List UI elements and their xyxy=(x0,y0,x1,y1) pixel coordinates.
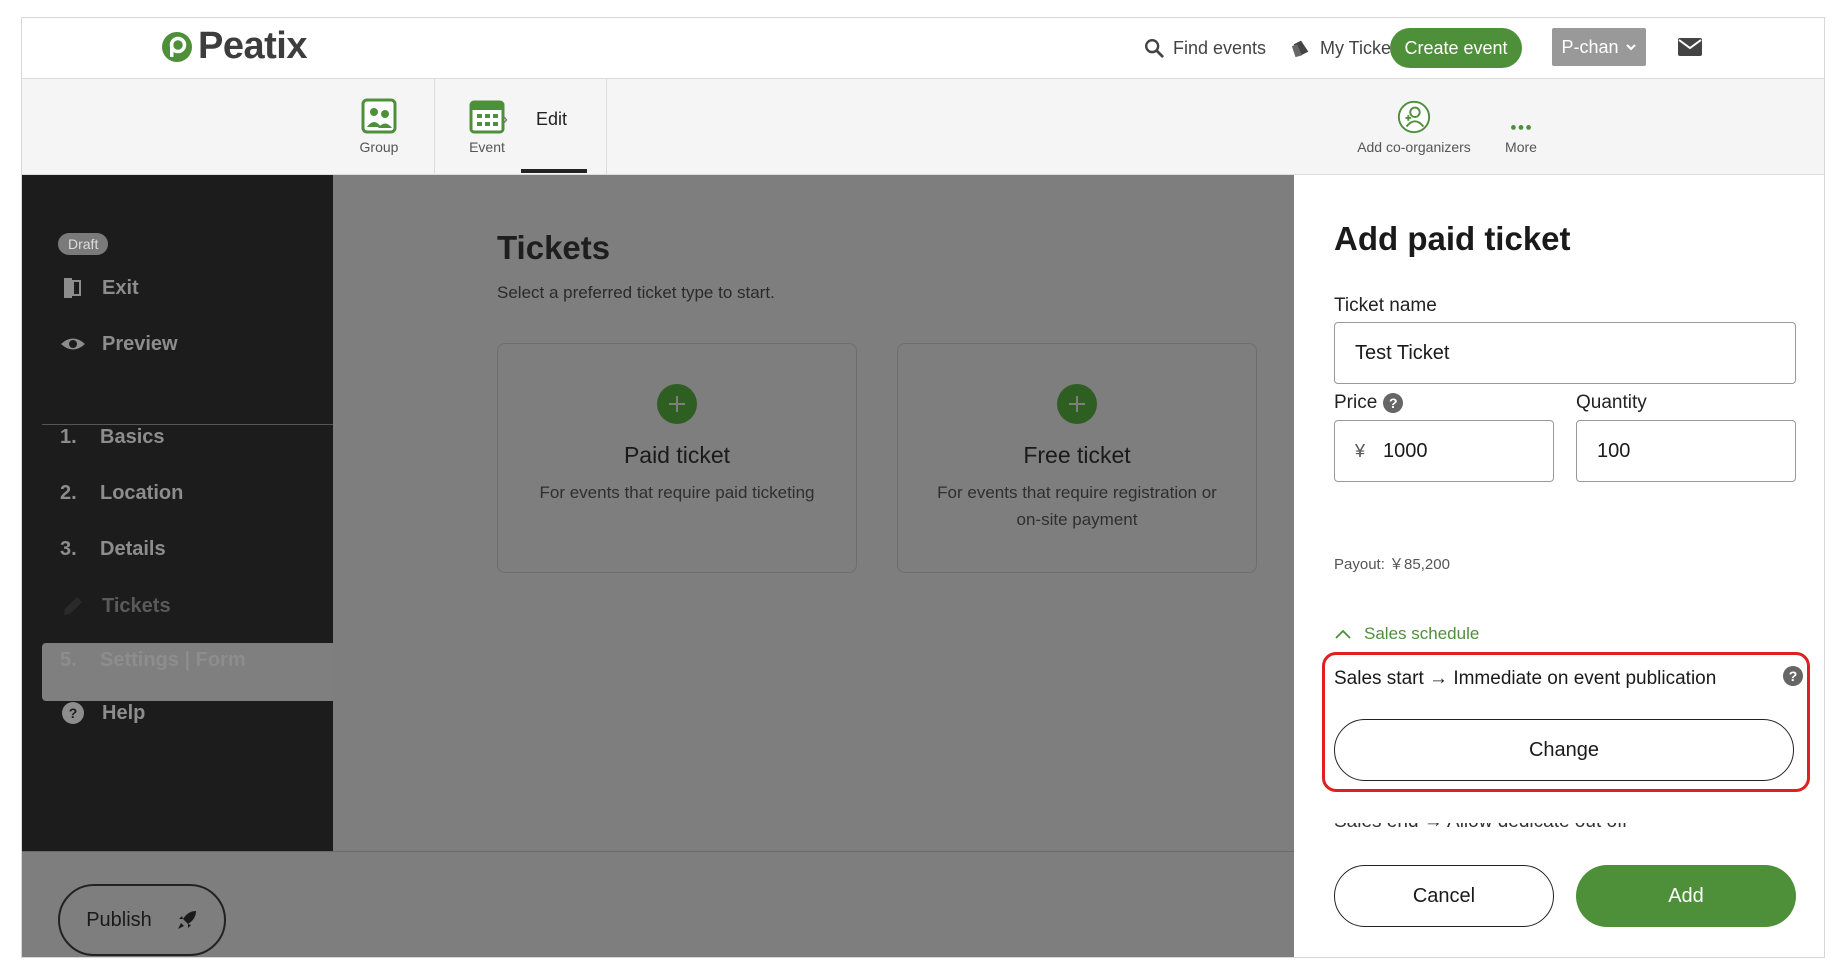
status-badge: Draft xyxy=(58,233,109,255)
quantity-value: 100 xyxy=(1597,439,1631,462)
ticket-name-value: Test Ticket xyxy=(1355,341,1450,364)
bottom-action-bar: Publish xyxy=(22,851,1294,957)
sidebar-item-details[interactable]: 3. Details xyxy=(60,538,166,561)
price-input[interactable]: ¥ 1000 xyxy=(1334,420,1554,482)
more-icon xyxy=(1511,125,1531,130)
add-ticket-panel: Add paid ticket Ticket name Test Ticket … xyxy=(1294,175,1824,957)
sidebar-divider xyxy=(42,424,333,425)
sales-schedule-toggle[interactable]: Sales schedule xyxy=(1334,624,1479,644)
sidebar-item-preview[interactable]: Preview xyxy=(60,331,178,357)
step-number: 2. xyxy=(60,482,77,504)
peatix-logo-icon xyxy=(162,31,192,62)
pencil-icon xyxy=(64,597,82,615)
plus-icon xyxy=(1057,384,1097,424)
plus-icon xyxy=(657,384,697,424)
step-number: 5. xyxy=(60,649,77,671)
create-event-button[interactable]: Create event xyxy=(1390,28,1522,68)
help-label: Help xyxy=(102,701,146,724)
my-tickets-link[interactable]: My Tickets xyxy=(1290,37,1405,59)
step-number: 3. xyxy=(60,538,77,560)
annotation-highlight-box xyxy=(1322,652,1810,792)
quantity-input[interactable]: 100 xyxy=(1576,420,1796,482)
search-icon xyxy=(1145,39,1164,58)
calendar-icon xyxy=(469,100,505,134)
sales-end-text-clipped: Sales end → Allow dedicate out off xyxy=(1334,823,1804,833)
card-title: Paid ticket xyxy=(623,442,731,468)
group-label: Group xyxy=(359,139,399,155)
price-label: Price xyxy=(1334,392,1378,413)
top-header: Peatix Find events My Tickets Create eve… xyxy=(22,18,1824,79)
preview-label: Preview xyxy=(102,332,178,355)
help-icon[interactable]: ? xyxy=(1383,393,1404,413)
page-subtitle: Select a preferred ticket type to start. xyxy=(497,283,775,302)
exit-label: Exit xyxy=(102,276,139,299)
chevron-down-icon xyxy=(1625,44,1636,51)
step-label: Basics xyxy=(100,426,165,448)
editor-sidebar: Draft Exit Preview 1. Basics 2. Location… xyxy=(22,175,333,851)
find-events-label: Find events xyxy=(1173,37,1267,58)
add-coorganizers-label: Add co-organizers xyxy=(1357,139,1471,155)
breadcrumb-chevron-icon: › xyxy=(502,109,508,129)
paid-ticket-card[interactable]: Paid ticket For events that require paid… xyxy=(497,343,857,573)
sidebar-item-location[interactable]: 2. Location xyxy=(60,482,183,505)
more-nav[interactable]: More xyxy=(1491,99,1551,155)
sidebar-item-exit[interactable]: Exit xyxy=(60,275,139,301)
svg-text:?: ? xyxy=(69,705,78,721)
sidebar-item-tickets[interactable]: Tickets xyxy=(60,593,171,619)
edit-tab-indicator xyxy=(521,169,587,173)
sidebar-item-settings[interactable]: 5. Settings | Form xyxy=(60,649,246,672)
exit-door-icon xyxy=(64,278,81,298)
sidebar-item-help[interactable]: ? Help xyxy=(60,700,145,726)
quantity-label: Quantity xyxy=(1576,392,1647,413)
ticket-name-label: Ticket name xyxy=(1334,295,1437,316)
subnav-divider xyxy=(434,79,435,175)
price-value: 1000 xyxy=(1383,439,1428,462)
step-label: Settings | Form xyxy=(100,649,246,671)
user-name: P-chan xyxy=(1561,36,1619,57)
step-label: Details xyxy=(100,538,166,560)
rocket-icon xyxy=(177,911,196,929)
group-icon xyxy=(361,98,397,134)
logo-text: Peatix xyxy=(198,25,307,67)
step-label: Location xyxy=(100,482,184,504)
free-ticket-card[interactable]: Free ticket For events that require regi… xyxy=(897,343,1257,573)
add-coorganizers-nav[interactable]: Add co-organizers xyxy=(1349,99,1479,155)
panel-title: Add paid ticket xyxy=(1334,220,1571,257)
event-nav[interactable]: Event xyxy=(457,97,517,155)
help-icon: ? xyxy=(62,702,84,724)
payout-text: Payout: ￥85,200 xyxy=(1334,556,1450,573)
edit-tab[interactable]: Edit xyxy=(536,109,567,130)
ticket-name-input[interactable]: Test Ticket xyxy=(1334,322,1796,384)
eye-icon xyxy=(61,338,85,350)
card-description: For events that require registration or … xyxy=(937,483,1217,529)
sub-navigation: Group Event › Edit Add co-organizers Mor… xyxy=(22,79,1824,175)
step-number: 1. xyxy=(60,426,77,448)
sidebar-item-basics[interactable]: 1. Basics xyxy=(60,426,165,449)
user-menu-button[interactable]: P-chan xyxy=(1552,28,1646,66)
publish-button[interactable]: Publish xyxy=(58,884,226,956)
cancel-button[interactable]: Cancel xyxy=(1334,865,1554,927)
sales-schedule-label: Sales schedule xyxy=(1364,624,1480,643)
currency-symbol: ¥ xyxy=(1355,440,1366,461)
subnav-divider xyxy=(606,79,607,175)
event-label: Event xyxy=(469,139,505,155)
card-title: Free ticket xyxy=(1023,442,1131,468)
mail-icon[interactable] xyxy=(1677,36,1703,58)
find-events-link[interactable]: Find events xyxy=(1143,37,1266,59)
page-title: Tickets xyxy=(497,229,611,266)
price-label-group: Price ? xyxy=(1334,392,1404,414)
step-label: Tickets xyxy=(102,594,171,617)
publish-label: Publish xyxy=(86,908,152,931)
peatix-logo[interactable]: Peatix xyxy=(160,25,307,68)
more-label: More xyxy=(1505,139,1537,155)
add-button[interactable]: Add xyxy=(1576,865,1796,927)
sales-end-text: Sales end → Allow dedicate out off xyxy=(1334,823,1804,833)
app-window: Peatix Find events My Tickets Create eve… xyxy=(21,17,1825,958)
chevron-up-icon xyxy=(1335,629,1351,639)
add-person-icon xyxy=(1397,100,1431,134)
card-description: For events that require paid ticketing xyxy=(539,483,815,502)
tickets-icon xyxy=(1291,40,1309,58)
group-nav[interactable]: Group xyxy=(349,97,409,155)
